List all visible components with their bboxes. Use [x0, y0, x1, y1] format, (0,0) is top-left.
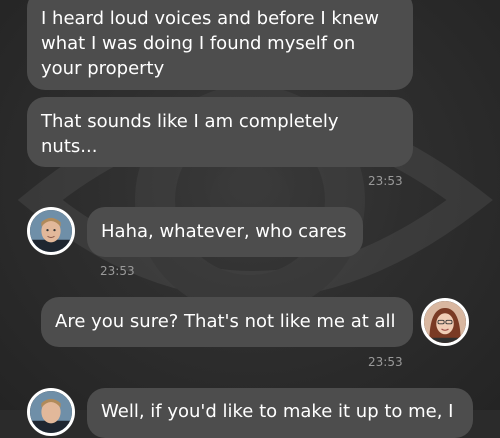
message-text: I heard loud voices and before I knew wh… [41, 8, 379, 79]
message-bubble-incoming[interactable]: Well, if you'd like to make it up to me,… [87, 388, 473, 438]
self-avatar[interactable] [421, 298, 469, 346]
male-avatar-icon [30, 391, 72, 433]
message-text: Haha, whatever, who cares [101, 221, 347, 242]
female-avatar-icon [424, 301, 466, 343]
message-text: Are you sure? That's not like me at all [55, 311, 396, 332]
contact-avatar[interactable] [27, 388, 75, 436]
message-text: Well, if you'd like to make it up to me,… [101, 401, 454, 422]
message-text: That sounds like I am completely nuts... [41, 111, 339, 157]
message-bubble-incoming[interactable]: Haha, whatever, who cares [87, 207, 363, 257]
message-timestamp: 23:53 [100, 264, 135, 278]
message-bubble-incoming[interactable]: That sounds like I am completely nuts... [27, 97, 413, 167]
message-timestamp: 23:53 [368, 174, 403, 188]
message-timestamp: 23:53 [368, 355, 403, 369]
message-bubble-outgoing[interactable]: Are you sure? That's not like me at all [41, 297, 413, 347]
male-avatar-icon [30, 210, 72, 252]
message-bubble-incoming[interactable]: I heard loud voices and before I knew wh… [27, 0, 413, 90]
contact-avatar[interactable] [27, 207, 75, 255]
